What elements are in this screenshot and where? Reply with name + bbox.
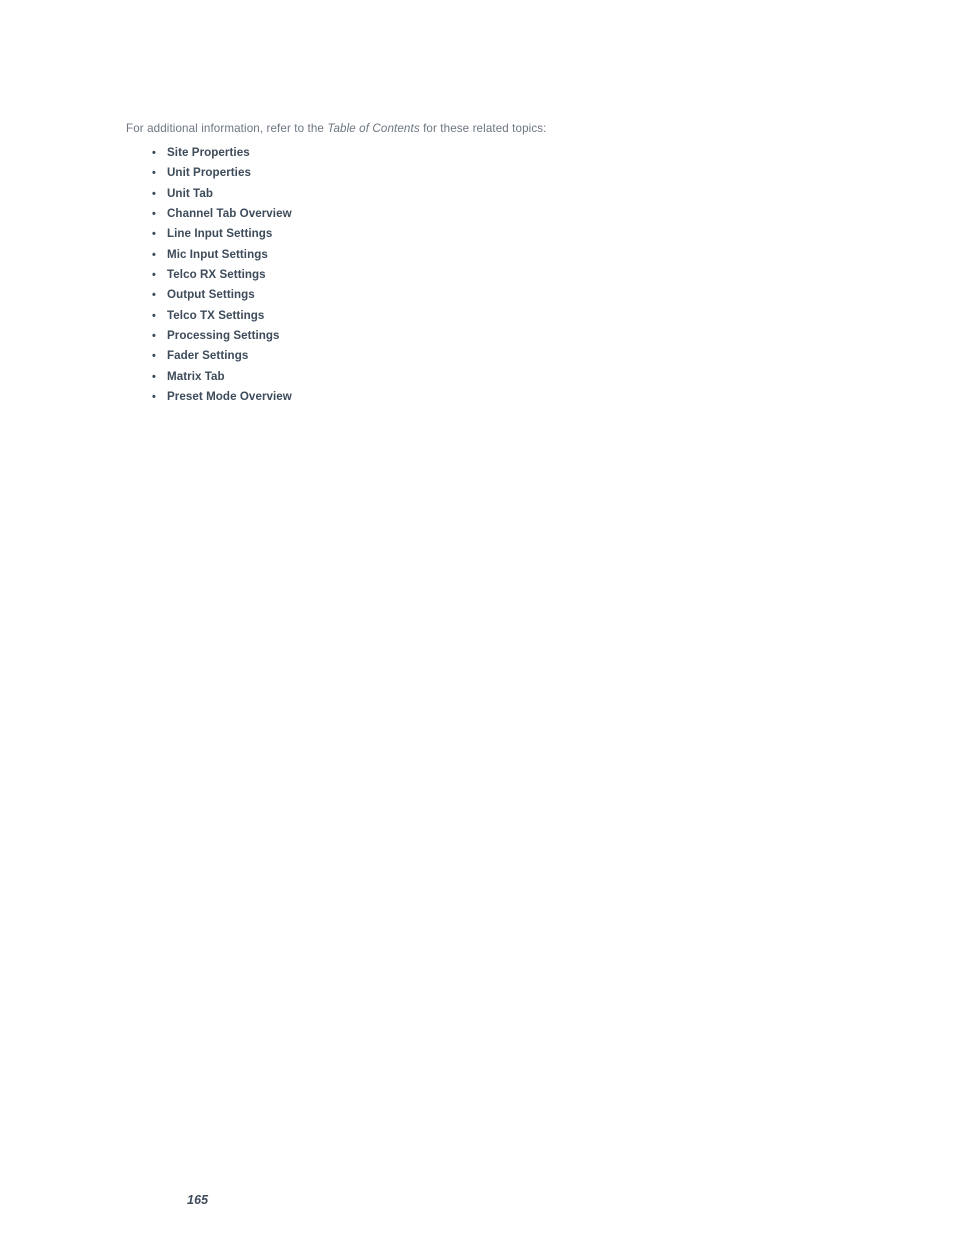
bullet-icon: • (152, 208, 156, 221)
page-number: 165 (187, 1193, 209, 1207)
topic-link-label[interactable]: Preset Mode Overview (167, 390, 292, 403)
list-item[interactable]: • Output Settings (152, 288, 292, 308)
topic-link-label[interactable]: Line Input Settings (167, 227, 272, 240)
bullet-icon: • (152, 248, 156, 261)
list-item[interactable]: • Preset Mode Overview (152, 390, 292, 410)
topic-link-label[interactable]: Telco RX Settings (167, 268, 266, 281)
bullet-icon: • (152, 309, 156, 322)
bullet-icon: • (152, 187, 156, 200)
document-page: For additional information, refer to the… (0, 0, 954, 1235)
bullet-icon: • (152, 330, 156, 343)
bullet-icon: • (152, 289, 156, 302)
topic-link-label[interactable]: Mic Input Settings (167, 248, 268, 261)
topic-link-label[interactable]: Site Properties (167, 146, 250, 159)
bullet-icon: • (152, 370, 156, 383)
topic-link-label[interactable]: Processing Settings (167, 329, 280, 342)
list-item[interactable]: • Telco TX Settings (152, 309, 292, 329)
intro-text-after: for these related topics: (419, 121, 547, 135)
list-item[interactable]: • Channel Tab Overview (152, 207, 292, 227)
table-of-contents-reference: Table of Contents (327, 121, 420, 135)
bullet-icon: • (152, 350, 156, 363)
topic-link-label[interactable]: Output Settings (167, 288, 255, 301)
list-item[interactable]: • Line Input Settings (152, 227, 292, 247)
topic-link-label[interactable]: Unit Tab (167, 187, 213, 200)
topic-link-label[interactable]: Matrix Tab (167, 370, 225, 383)
topic-link-label[interactable]: Unit Properties (167, 166, 251, 179)
bullet-icon: • (152, 228, 156, 241)
bullet-icon: • (152, 167, 156, 180)
related-topics-list: • Site Properties • Unit Properties • Un… (152, 146, 292, 410)
topic-link-label[interactable]: Fader Settings (167, 349, 248, 362)
list-item[interactable]: • Unit Tab (152, 187, 292, 207)
topic-link-label[interactable]: Telco TX Settings (167, 309, 264, 322)
list-item[interactable]: • Matrix Tab (152, 370, 292, 390)
list-item[interactable]: • Unit Properties (152, 166, 292, 186)
bullet-icon: • (152, 391, 156, 404)
list-item[interactable]: • Fader Settings (152, 349, 292, 369)
topic-link-label[interactable]: Channel Tab Overview (167, 207, 292, 220)
intro-text-before: For additional information, refer to the (126, 121, 328, 135)
intro-paragraph: For additional information, refer to the… (126, 121, 547, 137)
bullet-icon: • (152, 147, 156, 159)
list-item[interactable]: • Site Properties (152, 146, 292, 166)
list-item[interactable]: • Telco RX Settings (152, 268, 292, 288)
list-item[interactable]: • Processing Settings (152, 329, 292, 349)
bullet-icon: • (152, 269, 156, 282)
list-item[interactable]: • Mic Input Settings (152, 248, 292, 268)
